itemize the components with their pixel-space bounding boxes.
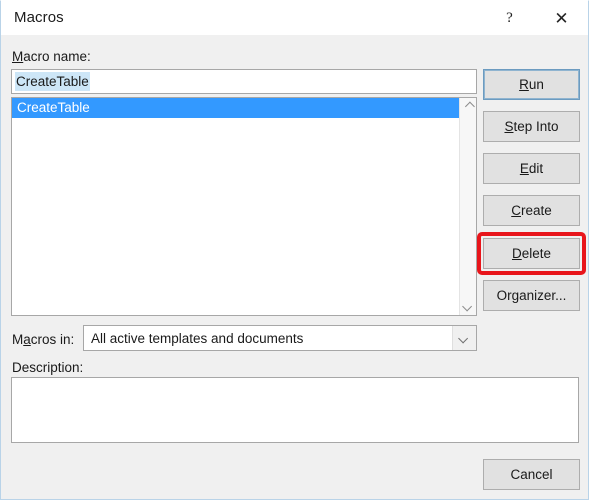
step-into-button-accel: S: [504, 119, 514, 134]
delete-button[interactable]: Delete: [483, 238, 580, 269]
macros-in-dropdown[interactable]: All active templates and documents: [83, 325, 477, 351]
step-into-button-label: tep Into: [513, 119, 559, 134]
delete-button-label: elete: [521, 246, 552, 261]
macros-in-label: Macros in:: [12, 332, 74, 347]
run-button-accel: R: [519, 77, 529, 92]
macros-dialog: Macros ? ✕ Macro name: CreateTable Creat…: [0, 0, 589, 500]
description-textarea[interactable]: [11, 377, 579, 443]
organizer-button-label: Organizer...: [496, 288, 567, 303]
cancel-button-label: Cancel: [510, 467, 553, 482]
title-bar: Macros ? ✕: [1, 1, 588, 35]
dialog-title: Macros: [14, 9, 64, 26]
close-button[interactable]: ✕: [539, 1, 584, 35]
macro-list[interactable]: CreateTable: [12, 98, 459, 315]
edit-button[interactable]: Edit: [483, 153, 580, 184]
run-button[interactable]: Run: [483, 69, 580, 100]
macros-in-label-a: M: [12, 332, 24, 347]
close-x-icon: ✕: [554, 8, 569, 28]
dropdown-arrow-button[interactable]: [452, 326, 476, 350]
create-button-accel: C: [511, 203, 521, 218]
macro-list-box[interactable]: CreateTable: [11, 97, 477, 316]
create-button-label: reate: [520, 203, 552, 218]
chevron-down-icon: [458, 333, 469, 343]
macro-name-label: Macro name:: [12, 49, 91, 64]
description-label: Description:: [12, 360, 84, 375]
scroll-up-button[interactable]: [460, 98, 477, 115]
macros-in-label-rest: cros in:: [30, 332, 75, 347]
macro-name-input-value: CreateTable: [15, 72, 90, 91]
chevron-up-icon: [464, 101, 475, 112]
delete-button-accel: D: [511, 246, 522, 261]
macro-list-scrollbar[interactable]: [459, 98, 476, 315]
cancel-button[interactable]: Cancel: [483, 459, 580, 490]
macro-name-input[interactable]: CreateTable: [11, 69, 477, 94]
chevron-down-icon: [462, 301, 473, 312]
run-button-label: un: [528, 77, 544, 92]
create-button[interactable]: Create: [483, 195, 580, 226]
edit-button-label: dit: [528, 161, 544, 176]
edit-button-accel: E: [519, 161, 529, 176]
organizer-button[interactable]: Organizer...: [483, 280, 580, 311]
scroll-down-button[interactable]: [460, 298, 477, 315]
macros-in-label-accel: a: [23, 332, 31, 347]
list-item[interactable]: CreateTable: [12, 98, 459, 118]
question-mark-icon: ?: [506, 9, 513, 26]
macro-name-label-accel: M: [12, 49, 24, 64]
step-into-button[interactable]: Step Into: [483, 111, 580, 142]
macro-name-label-rest: acro name:: [23, 49, 91, 64]
macros-in-selected-value: All active templates and documents: [91, 330, 304, 346]
help-button[interactable]: ?: [487, 1, 532, 35]
